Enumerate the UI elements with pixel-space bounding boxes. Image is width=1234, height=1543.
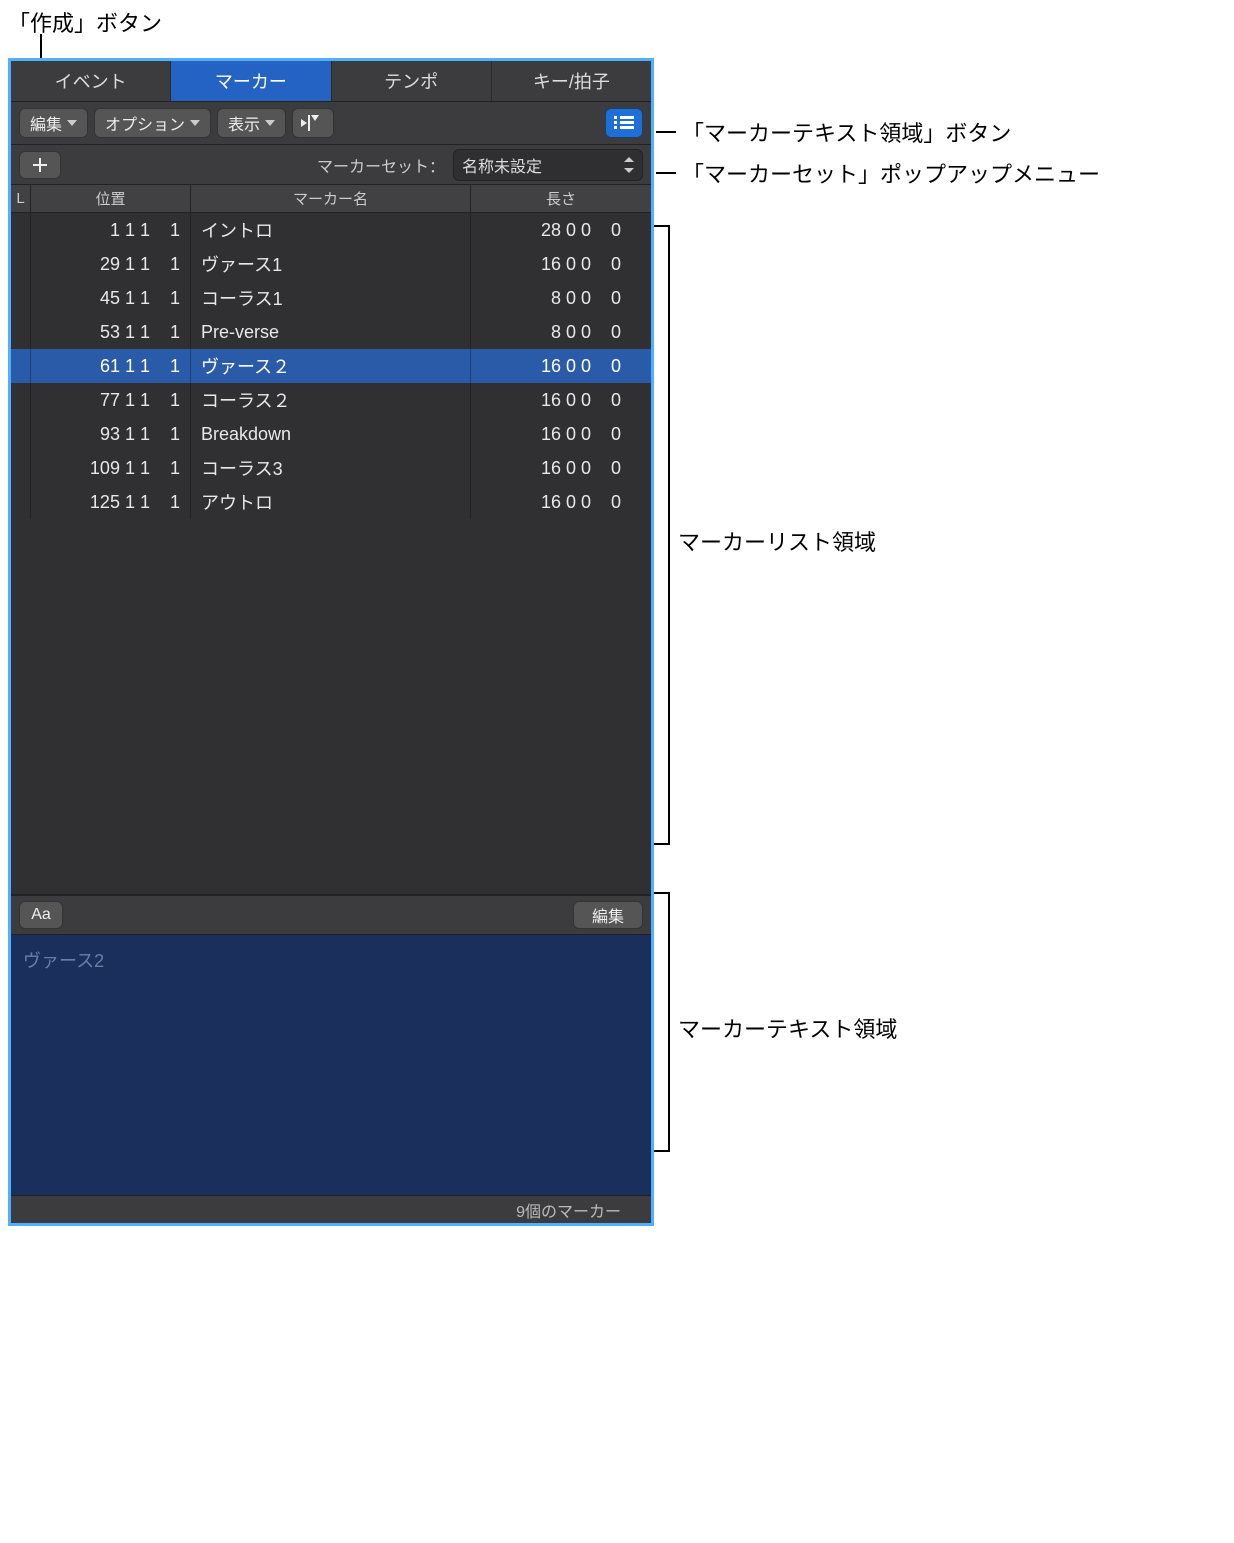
options-menu-label: オプション: [105, 111, 185, 135]
cell-position[interactable]: 125 1 1 1: [31, 485, 191, 519]
col-header-position[interactable]: 位置: [31, 185, 191, 212]
cell-position[interactable]: 93 1 1 1: [31, 417, 191, 451]
cell-length[interactable]: 28 0 0 0: [471, 213, 651, 247]
cell-lock: [11, 247, 31, 281]
chevron-down-icon: [190, 120, 200, 126]
table-row[interactable]: 61 1 1 1ヴァース２16 0 0 0: [11, 349, 651, 383]
cell-name[interactable]: コーラス２: [191, 383, 471, 417]
cell-length[interactable]: 16 0 0 0: [471, 349, 651, 383]
marker-set-label: マーカーセット：: [317, 153, 445, 177]
callout-bracket-list: [656, 225, 670, 845]
marker-count: 9個のマーカー: [516, 1198, 621, 1222]
text-edit-label: 編集: [592, 903, 624, 927]
list-lines-icon: [614, 116, 634, 130]
table-row[interactable]: 45 1 1 1コーラス18 0 0 0: [11, 281, 651, 315]
tab-markers[interactable]: マーカー: [171, 61, 331, 101]
chevron-down-icon: [265, 120, 275, 126]
marker-list-area[interactable]: 1 1 1 1イントロ28 0 0 029 1 1 1ヴァース116 0 0 0…: [11, 213, 651, 895]
marker-list-panel: イベント マーカー テンポ キー/拍子 編集 オプション 表示: [8, 58, 654, 1226]
callout-create-button: 「作成」ボタン: [8, 6, 162, 38]
cell-length[interactable]: 16 0 0 0: [471, 451, 651, 485]
col-header-lock[interactable]: L: [11, 185, 31, 212]
cell-length[interactable]: 16 0 0 0: [471, 417, 651, 451]
table-row[interactable]: 125 1 1 1アウトロ16 0 0 0: [11, 485, 651, 519]
cell-position[interactable]: 61 1 1 1: [31, 349, 191, 383]
cell-lock: [11, 417, 31, 451]
cell-length[interactable]: 16 0 0 0: [471, 485, 651, 519]
playhead-catch-icon: [301, 115, 325, 131]
cell-name[interactable]: Breakdown: [191, 417, 471, 451]
marker-text-area-toggle-button[interactable]: [605, 108, 643, 138]
callout-marker-list-area: マーカーリスト領域: [678, 525, 876, 557]
cell-length[interactable]: 8 0 0 0: [471, 281, 651, 315]
cell-lock: [11, 281, 31, 315]
cell-position[interactable]: 53 1 1 1: [31, 315, 191, 349]
table-row[interactable]: 53 1 1 1Pre-verse8 0 0 0: [11, 315, 651, 349]
cell-name[interactable]: コーラス1: [191, 281, 471, 315]
create-marker-button[interactable]: [19, 151, 61, 179]
table-row[interactable]: 1 1 1 1イントロ28 0 0 0: [11, 213, 651, 247]
text-area-toolbar: Aa 編集: [11, 895, 651, 935]
tab-key-signature[interactable]: キー/拍子: [492, 61, 651, 101]
callout-marker-text-area: マーカーテキスト領域: [678, 1012, 897, 1044]
toolbar: 編集 オプション 表示: [11, 101, 651, 145]
font-style-button[interactable]: Aa: [19, 901, 63, 929]
cell-name[interactable]: ヴァース２: [191, 349, 471, 383]
table-row[interactable]: 29 1 1 1ヴァース116 0 0 0: [11, 247, 651, 281]
marker-text-content: ヴァース2: [23, 951, 104, 971]
options-menu[interactable]: オプション: [94, 108, 211, 138]
cell-position[interactable]: 1 1 1 1: [31, 213, 191, 247]
font-style-label: Aa: [31, 906, 51, 924]
marker-set-popup[interactable]: 名称未設定: [453, 149, 643, 181]
text-edit-button[interactable]: 編集: [573, 901, 643, 929]
cell-name[interactable]: コーラス3: [191, 451, 471, 485]
cell-length[interactable]: 16 0 0 0: [471, 247, 651, 281]
table-row[interactable]: 77 1 1 1コーラス２16 0 0 0: [11, 383, 651, 417]
column-headers: L 位置 マーカー名 長さ: [11, 185, 651, 213]
cell-length[interactable]: 16 0 0 0: [471, 383, 651, 417]
cell-lock: [11, 349, 31, 383]
view-menu-label: 表示: [228, 111, 260, 135]
cell-lock: [11, 213, 31, 247]
view-menu[interactable]: 表示: [217, 108, 286, 138]
cell-lock: [11, 315, 31, 349]
cell-name[interactable]: アウトロ: [191, 485, 471, 519]
col-header-name[interactable]: マーカー名: [191, 185, 471, 212]
cell-position[interactable]: 109 1 1 1: [31, 451, 191, 485]
catch-playhead-button[interactable]: [292, 108, 334, 138]
cell-position[interactable]: 77 1 1 1: [31, 383, 191, 417]
cell-name[interactable]: Pre-verse: [191, 315, 471, 349]
main-tabs: イベント マーカー テンポ キー/拍子: [11, 61, 651, 101]
callout-marker-set-popup: 「マーカーセット」ポップアップメニュー: [656, 160, 1100, 191]
cell-position[interactable]: 29 1 1 1: [31, 247, 191, 281]
marker-text-area[interactable]: ヴァース2: [11, 935, 651, 1195]
tab-tempo[interactable]: テンポ: [332, 61, 492, 101]
cell-lock: [11, 383, 31, 417]
cell-length[interactable]: 8 0 0 0: [471, 315, 651, 349]
callout-text-area-button: 「マーカーテキスト領域」ボタン: [656, 116, 1011, 148]
table-row[interactable]: 109 1 1 1コーラス316 0 0 0: [11, 451, 651, 485]
cell-lock: [11, 451, 31, 485]
marker-set-value: 名称未設定: [462, 153, 542, 177]
cell-position[interactable]: 45 1 1 1: [31, 281, 191, 315]
marker-set-row: マーカーセット： 名称未設定: [11, 145, 651, 185]
tab-events[interactable]: イベント: [11, 61, 171, 101]
edit-menu-label: 編集: [30, 111, 62, 135]
edit-menu[interactable]: 編集: [19, 108, 88, 138]
plus-icon: [32, 157, 48, 173]
table-row[interactable]: 93 1 1 1Breakdown16 0 0 0: [11, 417, 651, 451]
cell-name[interactable]: ヴァース1: [191, 247, 471, 281]
chevron-down-icon: [67, 120, 77, 126]
col-header-length[interactable]: 長さ: [471, 185, 651, 212]
callout-bracket-text: [656, 892, 670, 1152]
status-bar: 9個のマーカー: [11, 1195, 651, 1223]
cell-lock: [11, 485, 31, 519]
cell-name[interactable]: イントロ: [191, 213, 471, 247]
up-down-icon: [624, 157, 634, 173]
